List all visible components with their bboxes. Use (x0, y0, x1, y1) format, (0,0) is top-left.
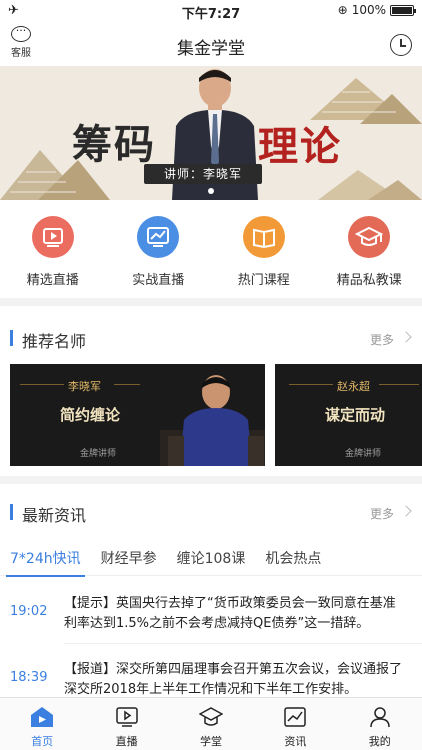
tab-news[interactable]: 资讯 (253, 698, 337, 750)
teacher-card[interactable]: 李晓军 简约缠论 金牌讲师 (10, 364, 265, 466)
news-section-title: 最新资讯 (22, 506, 87, 525)
tab-school[interactable]: 学堂 (169, 698, 253, 750)
teacher-card[interactable]: 赵永超 谋定而动 金牌讲师 (275, 364, 422, 466)
quick-nav-live-selection[interactable]: 精选直播 (0, 200, 106, 298)
banner-title-left: 筹码 (72, 121, 156, 168)
tab-morning-finance[interactable]: 财经早参 (91, 540, 167, 576)
tab-label: 首页 (31, 735, 54, 748)
status-bar: ✈ 下午7:27 ⊕ 100% (0, 0, 422, 22)
teachers-section-title: 推荐名师 (22, 332, 87, 351)
teacher-carousel[interactable]: 李晓军 简约缠论 金牌讲师 赵永超 谋定而动 金牌讲师 (0, 364, 422, 466)
quick-nav-label: 实战直播 (132, 273, 185, 288)
teachers-section-header: 推荐名师 更多 (0, 322, 422, 354)
news-more-link[interactable]: 更多 (370, 505, 394, 522)
battery-icon (390, 4, 416, 16)
tab-label: 学堂 (199, 735, 222, 748)
quick-nav-label: 热门课程 (237, 273, 290, 288)
quick-nav-label: 精选直播 (26, 273, 79, 288)
quick-nav: 精选直播 实战直播 热门课程 精品私教课 (0, 200, 422, 298)
app-header: 客服 集金学堂 (0, 22, 422, 66)
news-section-header: 最新资讯 更多 (0, 496, 422, 528)
tab-chan-theory-108[interactable]: 缠论108课 (167, 540, 256, 576)
news-tabs: 7*24h快讯 财经早参 缠论108课 机会热点 (0, 540, 422, 577)
book-icon (242, 216, 285, 258)
chevron-right-icon[interactable] (400, 331, 412, 343)
chevron-right-icon[interactable] (400, 505, 412, 517)
section-divider (0, 298, 422, 306)
bottom-tab-bar: 首页 直播 学堂 资讯 我的 (0, 697, 422, 750)
promo-banner[interactable]: 筹码 理论 讲师：李晓军 (0, 66, 422, 200)
quick-nav-hot-courses[interactable]: 热门课程 (211, 200, 317, 298)
news-time: 18:39 (10, 670, 48, 685)
status-right: ⊕ 100% (337, 3, 416, 17)
orientation-lock-icon: ⊕ (337, 3, 348, 17)
teacher-grade: 金牌讲师 (80, 449, 117, 459)
quick-nav-label: 精品私教课 (336, 273, 402, 288)
teacher-photo (160, 375, 265, 466)
graduation-cap-icon (348, 216, 391, 258)
news-separator (64, 643, 422, 644)
news-text: 【报道】深交所第四届理事会召开第五次会议，会议通报了深交所2018年上半年工作情… (64, 662, 403, 697)
tab-label: 资讯 (284, 735, 307, 748)
trend-chart-icon (283, 706, 307, 728)
battery-percent: 100% (351, 3, 386, 17)
user-profile-icon (368, 706, 392, 728)
teacher-grade: 金牌讲师 (345, 449, 382, 459)
tab-me[interactable]: 我的 (338, 698, 422, 750)
carousel-dot (208, 188, 214, 194)
banner-title-right: 理论 (258, 123, 342, 170)
teacher-name: 李晓军 (68, 380, 101, 393)
section-accent-bar (10, 330, 13, 346)
home-play-icon (30, 706, 54, 728)
graduation-cap-icon (198, 706, 224, 728)
news-text: 【提示】英国央行去掉了“货币政策委员会一致同意在基准利率达到1.5%之前不会考虑… (64, 596, 396, 631)
history-clock-icon[interactable] (390, 34, 412, 56)
app-screen: ✈ 下午7:27 ⊕ 100% 客服 集金学堂 (0, 0, 422, 750)
tab-opportunity-hotspots[interactable]: 机会热点 (255, 540, 331, 576)
page-title: 集金学堂 (177, 39, 245, 59)
tab-label: 直播 (115, 735, 138, 748)
live-video-icon (115, 706, 139, 728)
section-accent-bar (10, 504, 13, 520)
lecturer-tag: 讲师：李晓军 (144, 164, 262, 184)
news-time: 19:02 (10, 604, 48, 619)
quick-nav-private-course[interactable]: 精品私教课 (317, 200, 422, 298)
tab-label: 我的 (368, 735, 391, 748)
teacher-slogan: 谋定而动 (325, 406, 386, 424)
tab-home[interactable]: 首页 (0, 698, 84, 750)
tab-live[interactable]: 直播 (84, 698, 168, 750)
video-play-icon (31, 216, 74, 258)
list-item[interactable]: 19:02 【提示】英国央行去掉了“货币政策委员会一致同意在基准利率达到1.5%… (0, 586, 422, 644)
tab-7x24-flash[interactable]: 7*24h快讯 (0, 540, 91, 577)
carousel-indicator[interactable] (0, 188, 422, 194)
teachers-more-link[interactable]: 更多 (370, 331, 394, 348)
chart-monitor-icon (137, 216, 180, 258)
list-item[interactable]: 18:39 【报道】深交所第四届理事会召开第五次会议，会议通报了深交所2018年… (0, 652, 422, 702)
teacher-slogan: 简约缠论 (60, 406, 121, 424)
quick-nav-live-practice[interactable]: 实战直播 (106, 200, 212, 298)
section-divider (0, 476, 422, 484)
teacher-name: 赵永超 (337, 380, 370, 393)
